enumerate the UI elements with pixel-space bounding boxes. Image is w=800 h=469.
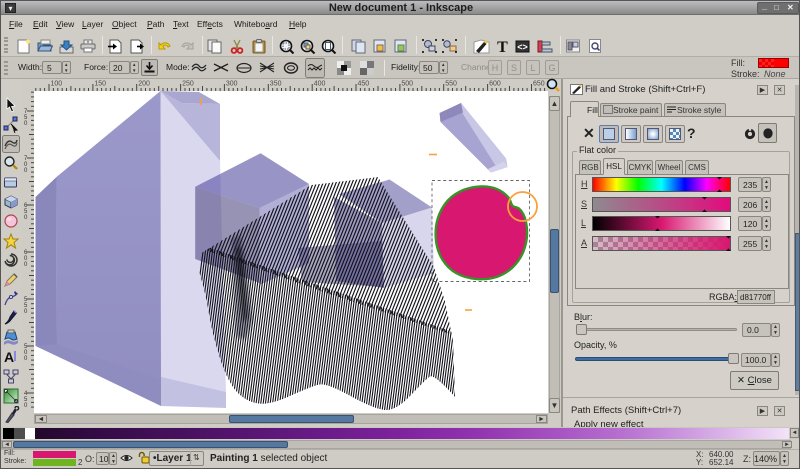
svg-text:0: 0 [24,262,28,268]
svg-text:0: 0 [24,309,28,315]
svg-text:600: 600 [489,81,501,88]
svg-text:550: 550 [445,81,457,88]
svg-text:350: 350 [270,81,282,88]
svg-text:0: 0 [24,121,28,127]
svg-text:0: 0 [24,215,28,221]
svg-text:100: 100 [51,81,63,88]
svg-text:500: 500 [401,81,413,88]
svg-text:A: A [4,349,14,365]
svg-text:0: 0 [24,168,28,174]
svg-text:450: 450 [358,81,370,88]
svg-text:150: 150 [94,81,106,88]
svg-text:0: 0 [24,356,28,362]
svg-text:300: 300 [226,81,238,88]
svg-text:250: 250 [182,81,194,88]
svg-text:400: 400 [314,81,326,88]
svg-text:200: 200 [138,81,150,88]
svg-text:0: 0 [24,403,28,409]
